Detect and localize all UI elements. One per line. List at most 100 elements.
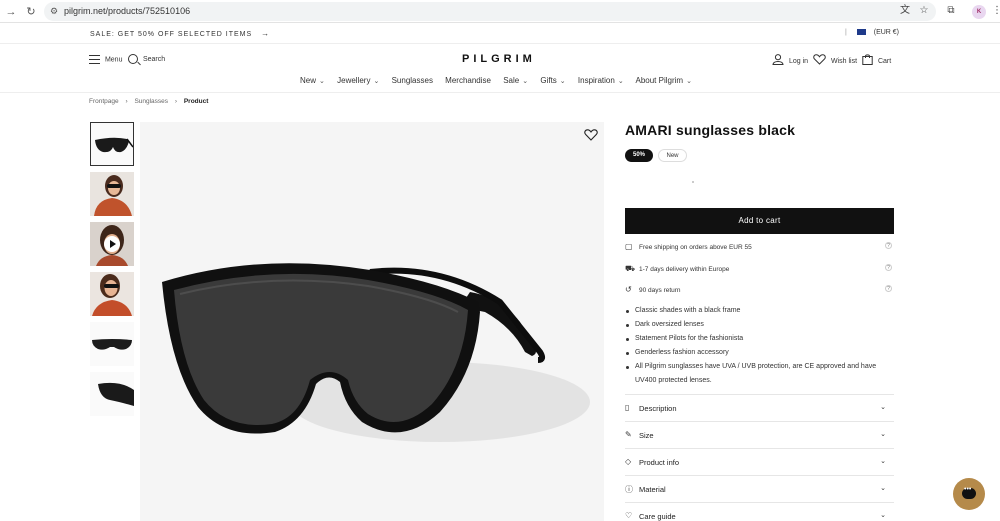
menu-label: Menu [104, 56, 123, 64]
nav-item-inspiration[interactable]: Inspiration ⌄ [578, 76, 624, 85]
chevron-down-icon: ⌄ [880, 404, 886, 411]
search-label: Search [142, 55, 166, 63]
breadcrumb-current: Product [183, 98, 209, 105]
add-to-cart-button[interactable]: Add to cart [625, 208, 894, 234]
cart-button[interactable]: Cart [862, 54, 891, 68]
wishlist-button[interactable]: Wish list [813, 54, 857, 68]
help-icon[interactable]: ? [885, 285, 892, 292]
thumbnail-model-1[interactable] [90, 172, 134, 216]
bookmark-star-icon[interactable]: ☆ [917, 4, 931, 18]
nav-item-gifts[interactable]: Gifts ⌄ [540, 76, 565, 85]
breadcrumb-link[interactable]: Frontpage [89, 98, 119, 105]
chevron-down-icon: ⌄ [880, 512, 886, 519]
thumbnail-product-top[interactable] [90, 322, 134, 366]
list-item: Genderless fashion accessory [625, 346, 895, 360]
menu-button[interactable]: Menu [89, 55, 122, 64]
profile-avatar[interactable]: K [972, 5, 986, 19]
site-info-icon[interactable]: ⚙ [50, 2, 58, 21]
currency-selector[interactable]: | (EUR €) [845, 29, 899, 36]
chevron-down-icon: ⌄ [559, 78, 566, 85]
nav-item-sunglasses[interactable]: Sunglasses [392, 76, 433, 85]
list-item: All Pilgrim sunglasses have UVA / UVB pr… [625, 360, 895, 388]
usp-return: ↺ 90 days return ? [625, 285, 894, 294]
chevron-right-icon: › [174, 98, 178, 105]
feature-list: Classic shades with a black frame Dark o… [625, 304, 895, 388]
url-text: pilgrim.net/products/752510106 [64, 6, 191, 16]
wishlist-label: Wish list [830, 57, 858, 65]
usp-free-shipping: ▢ Free shipping on orders above EUR 55 ? [625, 242, 894, 251]
nav-item-new[interactable]: New ⌄ [300, 76, 325, 85]
chevron-down-icon: ⌄ [319, 78, 325, 85]
heart-icon [813, 54, 826, 68]
divider: | [845, 29, 847, 36]
ruler-icon: ✎ [625, 430, 632, 439]
nav-item-about[interactable]: About Pilgrim ⌄ [635, 76, 691, 85]
divider [0, 92, 1000, 93]
thumbnail-model-2[interactable] [90, 272, 134, 316]
list-item: Dark oversized lenses [625, 318, 895, 332]
accordion-product-info[interactable]: ◇ Product info ⌄ [625, 448, 894, 475]
cart-label: Cart [877, 57, 892, 65]
user-icon [772, 54, 784, 68]
accordion-material[interactable]: ⓘ Material ⌄ [625, 475, 894, 502]
breadcrumb: Frontpage › Sunglasses › Product [89, 98, 208, 105]
address-bar[interactable]: ⚙ pilgrim.net/products/752510106 [44, 2, 936, 21]
announcement-bar[interactable]: SALE: GET 50% OFF SELECTED ITEMS → [90, 29, 270, 38]
box-icon: ▢ [625, 242, 633, 251]
info-icon: ⓘ [625, 485, 633, 494]
login-label: Log in [788, 57, 809, 65]
nav-item-merchandise[interactable]: Merchandise [445, 76, 491, 85]
login-button[interactable]: Log in [772, 54, 808, 68]
return-icon: ↺ [625, 285, 632, 294]
list-item: Statement Pilots for the fashionista [625, 332, 895, 346]
browser-toolbar: → ↻ ⚙ pilgrim.net/products/752510106 文 ☆… [0, 0, 1000, 23]
play-icon [104, 236, 120, 252]
usp-delivery: ⛟ 1-7 days delivery within Europe ? [625, 264, 894, 274]
search-icon [128, 54, 138, 64]
thumbnail-product-side[interactable] [90, 372, 134, 416]
discount-badge: 50% [625, 149, 653, 162]
hamburger-icon [89, 55, 100, 64]
thumbnail-video[interactable] [90, 222, 134, 266]
chat-button[interactable] [953, 478, 985, 510]
nav-item-sale[interactable]: Sale ⌄ [503, 76, 528, 85]
nav-item-jewellery[interactable]: Jewellery ⌄ [337, 76, 379, 85]
chevron-down-icon: ⌄ [880, 485, 886, 492]
currency-label: (EUR €) [873, 29, 900, 36]
truck-icon: ⛟ [625, 264, 636, 273]
accordion-description[interactable]: ▯ Description ⌄ [625, 394, 894, 421]
chat-bubble-icon [962, 486, 976, 499]
document-icon: ▯ [625, 403, 630, 412]
tag-icon: ◇ [625, 457, 632, 466]
reload-icon[interactable]: ↻ [24, 5, 38, 19]
back-icon[interactable]: → [4, 5, 18, 19]
chevron-down-icon: ⌄ [373, 78, 380, 85]
breadcrumb-link[interactable]: Sunglasses [134, 98, 168, 105]
divider [0, 43, 1000, 44]
site-logo[interactable]: PILGRIM [462, 53, 536, 65]
chevron-down-icon: ⌄ [880, 458, 886, 465]
list-item: Classic shades with a black frame [625, 304, 895, 318]
chevron-right-icon: › [125, 98, 128, 105]
thumbnail-product-front[interactable] [90, 122, 134, 166]
chevron-down-icon: ⌄ [617, 78, 624, 85]
announcement-text: SALE: GET 50% OFF SELECTED ITEMS [90, 31, 253, 38]
price-placeholder [692, 181, 694, 183]
heart-icon: ♡ [625, 511, 633, 520]
browser-menu-icon[interactable]: ⋮ [992, 4, 1000, 18]
search-button[interactable]: Search [128, 54, 165, 64]
accordion-care-guide[interactable]: ♡ Care guide ⌄ [625, 502, 894, 521]
translate-icon[interactable]: 文 [898, 4, 912, 18]
product-main-image[interactable] [140, 122, 604, 521]
arrow-right-icon: → [261, 29, 271, 38]
flag-icon [856, 29, 866, 36]
product-title: AMARI sunglasses black [625, 122, 796, 138]
extensions-icon[interactable]: ⧉ [944, 4, 958, 18]
main-navigation: New ⌄ Jewellery ⌄ Sunglasses Merchandise S… [300, 76, 702, 85]
help-icon[interactable]: ? [885, 264, 892, 271]
help-icon[interactable]: ? [885, 242, 892, 249]
accordion-size[interactable]: ✎ Size ⌄ [625, 421, 894, 448]
new-badge: New [658, 149, 687, 162]
wishlist-heart-icon[interactable] [584, 128, 598, 144]
bag-icon [862, 54, 873, 68]
